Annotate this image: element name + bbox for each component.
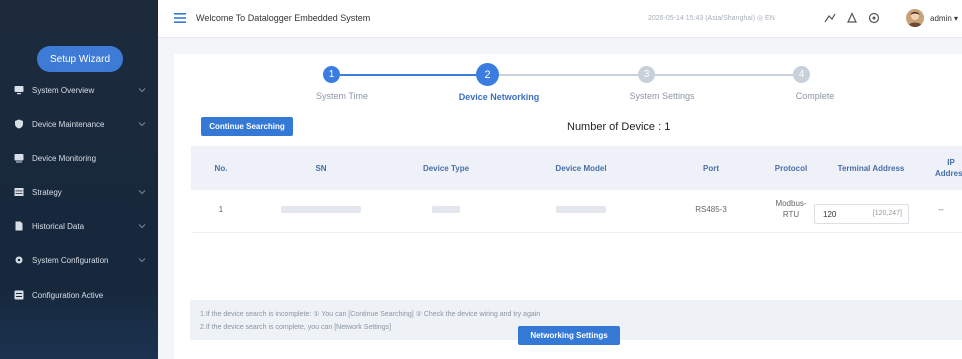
menu-toggle-icon[interactable] [174,13,186,23]
row-divider [191,232,962,233]
gear-icon [14,255,24,265]
sidebar-item-label: Strategy [32,187,62,197]
chevron-down-icon [138,88,146,93]
sidebar-item-label: Historical Data [32,221,85,231]
cell-device-type [391,198,501,220]
sidebar-item-strategy[interactable]: Strategy [0,175,158,209]
sidebar-item-device-monitoring[interactable]: Device Monitoring [0,141,158,175]
step-2-label: Device Networking [458,92,540,102]
column-header: Port [703,163,719,173]
setup-wizard-button[interactable]: Setup Wizard [37,46,123,72]
datetime-display: 2026-05-14 15:43 (Asia/Shanghai) ◎ EN [648,15,775,22]
step-3-label: System Settings [629,91,695,101]
cell-protocol: Modbus-RTU [775,199,807,219]
shield-icon [14,119,24,129]
step-connector [654,74,794,76]
language-label: EN [765,15,775,22]
column-header: IP Address [935,158,962,178]
step-1-circle[interactable]: 1 [323,66,340,83]
device-table-header: No. SN Device Type Device Model Port Pro… [191,146,962,190]
sidebar-item-label: Device Monitoring [32,153,97,163]
chevron-down-icon [138,190,146,195]
avatar[interactable] [906,9,924,27]
sidebar-item-configuration-active[interactable]: Configuration Active [0,278,158,312]
cell-sn [251,198,391,220]
continue-searching-button[interactable]: Continue Searching [201,117,293,136]
sidebar-item-device-maintenance[interactable]: Device Maintenance [0,107,158,141]
column-header: Device Type [422,163,470,173]
note-line: 2.If the device search is complete, you … [200,324,392,331]
wizard-panel: 1 2 3 4 System Time Device Networking Sy… [174,54,962,359]
step-1-label: System Time [315,91,369,101]
page-title: Welcome To Datalogger Embedded System [196,13,371,23]
table-icon [14,187,24,197]
step-4-circle[interactable]: 4 [793,66,810,83]
bell-icon[interactable] [846,12,858,24]
sidebar-item-label: System Configuration [32,255,109,265]
config-icon [14,290,24,300]
sidebar-item-system-overview[interactable]: System Overview [0,73,158,107]
cell-no: 1 [218,204,224,214]
cell-port: RS485-3 [695,204,727,214]
chevron-down-icon [138,258,146,263]
step-2-circle[interactable]: 2 [476,63,499,86]
column-header: No. [214,163,228,173]
document-icon [14,221,24,231]
screen-icon [14,153,24,163]
sidebar-item-label: Device Maintenance [32,119,105,129]
step-connector [340,74,480,76]
note-line: 1.If the device search is incomplete: ① … [200,311,541,318]
terminal-address-range: [120,247] [872,210,902,217]
chevron-down-icon [138,122,146,127]
terminal-address-value: 120 [823,210,837,219]
chevron-down-icon [138,224,146,229]
sidebar-item-label: System Overview [32,85,95,95]
cell-device-model [501,198,661,220]
column-header: Terminal Address [837,163,905,173]
sidebar-item-historical-data[interactable]: Historical Data [0,209,158,243]
device-count: Number of Device : 1 [567,121,671,133]
main-content: 1 2 3 4 System Time Device Networking Sy… [158,38,962,359]
step-4-label: Complete [795,91,835,101]
top-header: Welcome To Datalogger Embedded System 20… [158,0,962,38]
column-header: Protocol [774,163,808,173]
monitor-icon [14,85,24,95]
settings-icon[interactable] [868,12,880,24]
cell-ip-address: -- [938,204,944,214]
column-header: Device Model [555,163,607,173]
networking-settings-button[interactable]: Networking Settings [518,326,620,345]
signal-icon[interactable] [824,12,836,24]
sidebar-item-label: Configuration Active [32,290,104,300]
sidebar-item-system-configuration[interactable]: System Configuration [0,243,158,277]
terminal-address-input[interactable]: 120 [120,247] [814,204,909,224]
user-menu[interactable]: admin ▾ [930,14,958,23]
sidebar: Setup Wizard System Overview Device Main… [0,0,158,359]
step-connector [498,74,640,76]
step-3-circle[interactable]: 3 [638,66,655,83]
column-header: SN [315,163,327,173]
